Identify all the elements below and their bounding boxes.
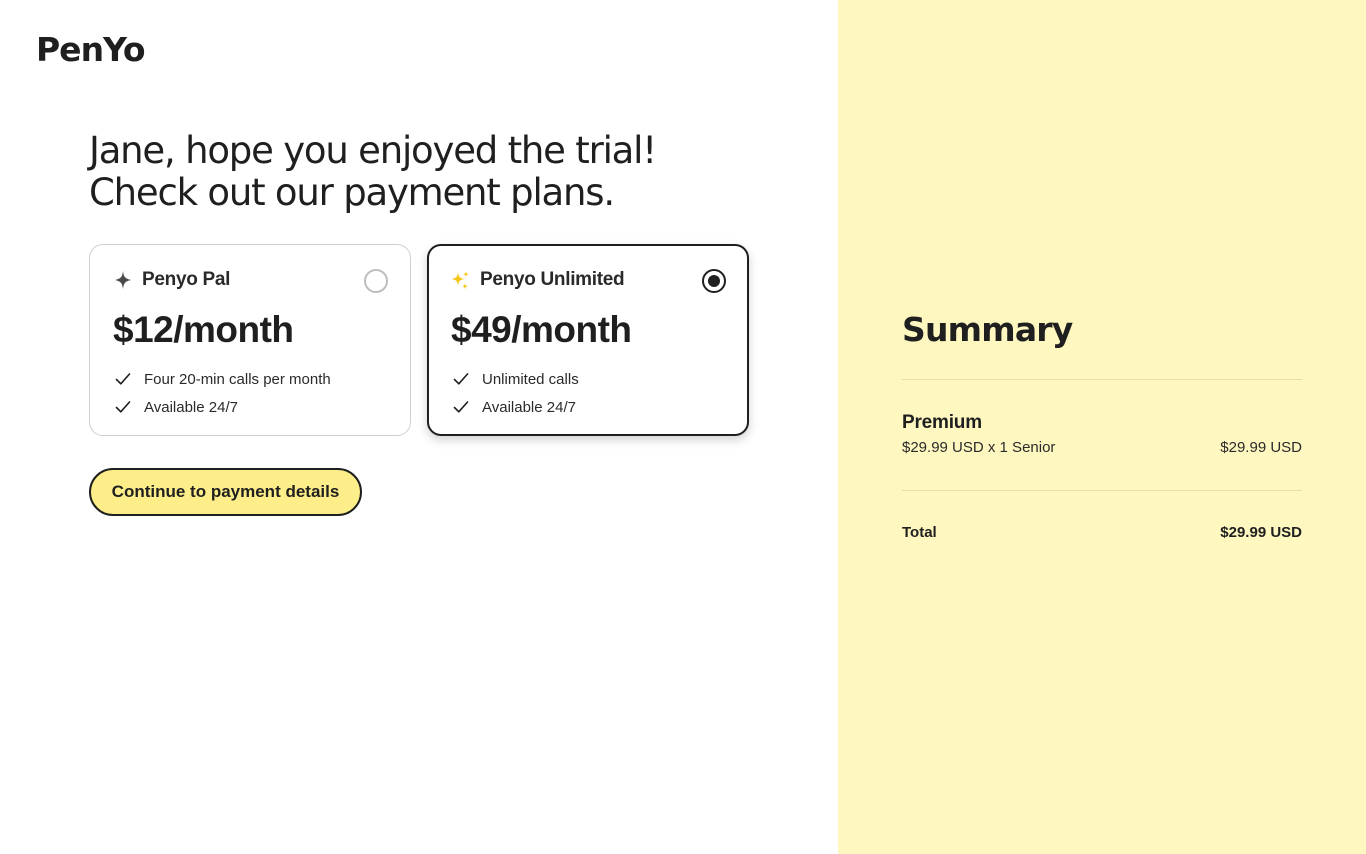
plan-name: Penyo Pal [142, 269, 231, 290]
page-headline: Jane, hope you enjoyed the trial! Check … [89, 129, 657, 214]
summary-item-description: $29.99 USD x 1 Senior [902, 439, 1056, 456]
plan-feature: Four 20-min calls per month [115, 365, 331, 393]
order-summary-panel: Summary Premium $29.99 USD x 1 Senior $2… [838, 0, 1366, 854]
sparkle-icon [115, 271, 131, 289]
plan-feature: Available 24/7 [115, 393, 331, 421]
divider [902, 490, 1302, 491]
plan-price: $12/month [113, 309, 294, 350]
check-icon [115, 401, 131, 413]
plan-radio-penyo-pal[interactable] [364, 269, 388, 293]
plan-feature-list: Four 20-min calls per month Available 24… [115, 365, 331, 421]
summary-title: Summary [902, 310, 1073, 349]
check-icon [453, 373, 469, 385]
penyo-logo[interactable]: PenYo [36, 30, 146, 69]
checkout-main-panel: PenYo Jane, hope you enjoyed the trial! … [0, 0, 838, 854]
plan-header: Penyo Pal [113, 269, 230, 291]
summary-total-value: $29.99 USD [1220, 524, 1302, 541]
plan-feature-list: Unlimited calls Available 24/7 [453, 365, 579, 421]
summary-item-name: Premium [902, 412, 982, 433]
check-icon [115, 373, 131, 385]
plan-radio-penyo-unlimited[interactable] [702, 269, 726, 293]
continue-to-payment-button[interactable]: Continue to payment details [89, 468, 362, 516]
sparkles-icon [451, 271, 470, 290]
plan-name: Penyo Unlimited [480, 269, 625, 290]
divider [902, 379, 1302, 380]
plan-card-penyo-unlimited[interactable]: Penyo Unlimited $49/month Unlimited call… [427, 244, 749, 436]
plan-feature-text: Available 24/7 [144, 398, 238, 416]
plan-feature: Unlimited calls [453, 365, 579, 393]
radio-selected-dot [708, 275, 720, 287]
plan-feature-text: Four 20-min calls per month [144, 370, 331, 388]
check-icon [453, 401, 469, 413]
plan-feature-text: Available 24/7 [482, 398, 576, 416]
plan-price: $49/month [451, 309, 632, 350]
plan-feature-text: Unlimited calls [482, 370, 579, 388]
plan-card-penyo-pal[interactable]: Penyo Pal $12/month Four 20-min calls pe… [89, 244, 411, 436]
plan-feature: Available 24/7 [453, 393, 579, 421]
summary-total-label: Total [902, 524, 937, 541]
plan-header: Penyo Unlimited [451, 269, 625, 291]
summary-item-price: $29.99 USD [1220, 439, 1302, 456]
